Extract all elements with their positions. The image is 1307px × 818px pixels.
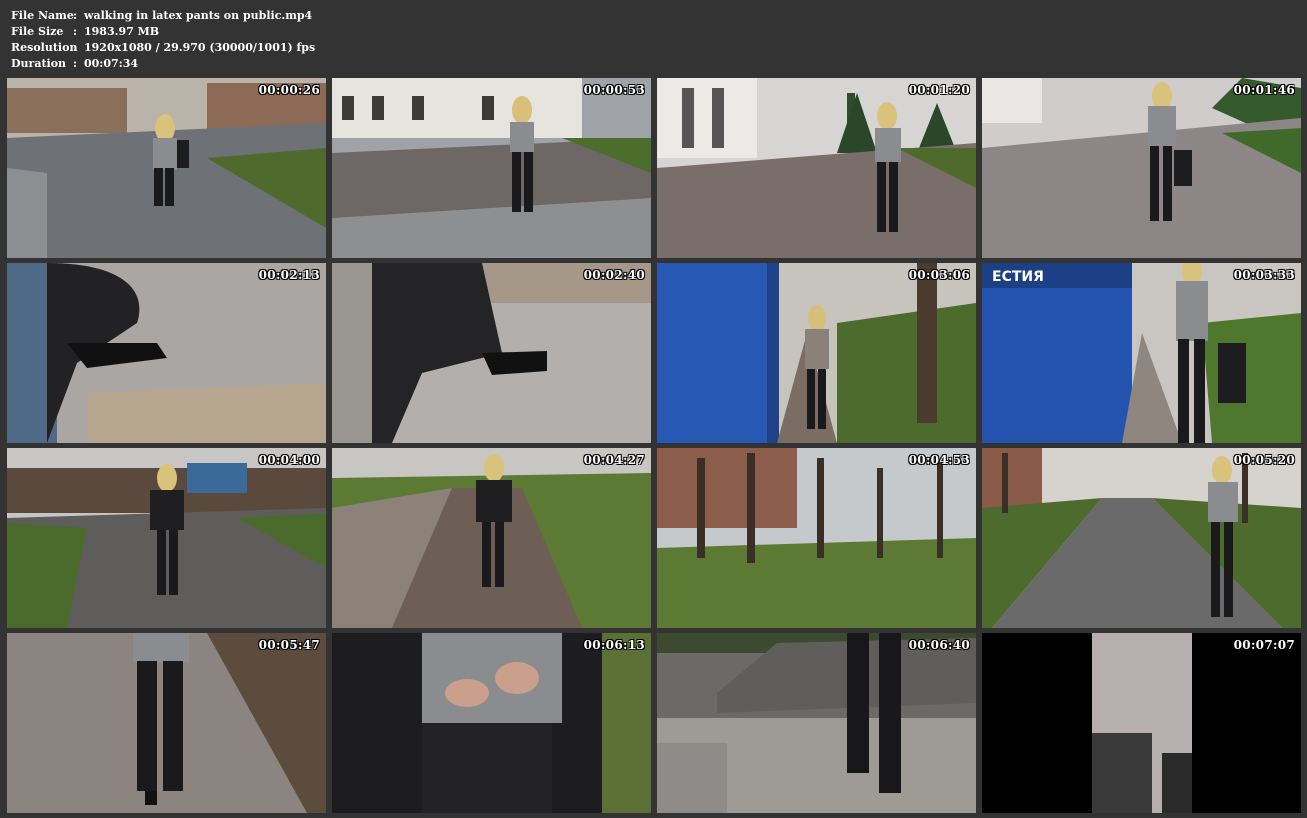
- frame-image: [657, 448, 976, 628]
- timestamp-label: 00:04:53: [908, 453, 970, 467]
- thumbnail-frame[interactable]: ЕСТИЯ 00:03:33: [982, 263, 1301, 443]
- thumbnail-frame[interactable]: 00:05:20: [982, 448, 1301, 628]
- timestamp-label: 00:00:53: [583, 83, 645, 97]
- timestamp-label: 00:02:13: [258, 268, 320, 282]
- timestamp-label: 00:06:13: [583, 638, 645, 652]
- timestamp-label: 00:03:33: [1233, 268, 1295, 282]
- resolution-value: 1920x1080 / 29.970 (30000/1001) fps: [84, 41, 316, 54]
- resolution-label: Resolution: [11, 41, 78, 54]
- separator: :: [73, 9, 78, 22]
- resolution-row: Resolution : 1920x1080 / 29.970 (30000/1…: [11, 40, 315, 56]
- duration-row: Duration : 00:07:34: [11, 56, 315, 72]
- thumbnail-frame[interactable]: 00:00:53: [332, 78, 651, 258]
- thumbnail-grid: 00:00:26 00:00:53 00:01:20 00:01:46 00:0…: [7, 78, 1301, 813]
- duration-value: 00:07:34: [84, 57, 139, 70]
- frame-image: [7, 633, 326, 813]
- thumbnail-frame[interactable]: 00:06:13: [332, 633, 651, 813]
- thumbnail-frame[interactable]: 00:01:20: [657, 78, 976, 258]
- file-name-row: File Name : walking in latex pants on pu…: [11, 8, 315, 24]
- separator: :: [73, 41, 78, 54]
- thumbnail-frame[interactable]: 00:05:47: [7, 633, 326, 813]
- thumbnail-frame[interactable]: 00:00:26: [7, 78, 326, 258]
- file-info-panel: File Name : walking in latex pants on pu…: [11, 8, 315, 72]
- frame-image: [982, 448, 1301, 628]
- timestamp-label: 00:04:27: [583, 453, 645, 467]
- file-size-value: 1983.97 MB: [84, 25, 160, 38]
- timestamp-label: 00:04:00: [258, 453, 320, 467]
- frame-image: [982, 633, 1301, 813]
- timestamp-label: 00:01:20: [908, 83, 970, 97]
- thumbnail-frame[interactable]: 00:04:53: [657, 448, 976, 628]
- thumbnail-frame[interactable]: 00:03:06: [657, 263, 976, 443]
- thumbnail-frame[interactable]: 00:06:40: [657, 633, 976, 813]
- thumbnail-frame[interactable]: 00:01:46: [982, 78, 1301, 258]
- frame-image: [332, 633, 651, 813]
- timestamp-label: 00:05:47: [258, 638, 320, 652]
- frame-image: [657, 263, 976, 443]
- timestamp-label: 00:07:07: [1233, 638, 1295, 652]
- frame-image: [332, 263, 651, 443]
- frame-image: [7, 78, 326, 258]
- train-sign-text: ЕСТИЯ: [992, 269, 1044, 285]
- frame-image: [657, 78, 976, 258]
- duration-label: Duration: [11, 57, 67, 70]
- separator: :: [73, 25, 78, 38]
- frame-image: [332, 78, 651, 258]
- timestamp-label: 00:05:20: [1233, 453, 1295, 467]
- timestamp-label: 00:06:40: [908, 638, 970, 652]
- timestamp-label: 00:02:40: [583, 268, 645, 282]
- thumbnail-frame[interactable]: 00:02:40: [332, 263, 651, 443]
- timestamp-label: 00:01:46: [1233, 83, 1295, 97]
- frame-image: ЕСТИЯ: [982, 263, 1301, 443]
- thumbnail-frame[interactable]: 00:02:13: [7, 263, 326, 443]
- thumbnail-frame[interactable]: 00:04:00: [7, 448, 326, 628]
- frame-image: [7, 263, 326, 443]
- frame-image: [332, 448, 651, 628]
- file-name-label: File Name: [11, 9, 74, 22]
- file-size-label: File Size: [11, 25, 64, 38]
- file-size-row: File Size : 1983.97 MB: [11, 24, 315, 40]
- frame-image: [7, 448, 326, 628]
- file-name-value: walking in latex pants on public.mp4: [84, 9, 313, 22]
- frame-image: [657, 633, 976, 813]
- thumbnail-frame[interactable]: 00:04:27: [332, 448, 651, 628]
- timestamp-label: 00:03:06: [908, 268, 970, 282]
- timestamp-label: 00:00:26: [258, 83, 320, 97]
- frame-image: [982, 78, 1301, 258]
- separator: :: [73, 57, 78, 70]
- thumbnail-frame[interactable]: 00:07:07: [982, 633, 1301, 813]
